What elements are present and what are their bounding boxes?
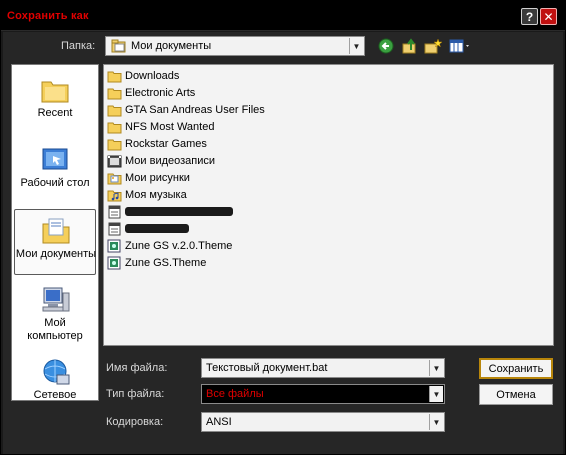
save-button[interactable]: Сохранить xyxy=(479,358,553,379)
file-name: NFS Most Wanted xyxy=(125,120,215,133)
file-name: GTA San Andreas User Files xyxy=(125,103,265,116)
file-name: Electronic Arts xyxy=(125,86,196,99)
list-item[interactable]: GTA San Andreas User Files xyxy=(107,101,265,118)
dialog-body: Папка: Мои документы ▼ Recent Рабочий ст… xyxy=(3,32,563,454)
new-folder-button[interactable] xyxy=(424,38,443,54)
list-item[interactable]: Zune GS.Theme xyxy=(107,254,206,271)
save-as-dialog: Сохранить как ? ✕ Папка: Мои документы ▼ xyxy=(0,0,566,455)
list-item[interactable]: NFS Most Wanted xyxy=(107,118,214,135)
list-item[interactable]: Моя музыка xyxy=(107,186,187,203)
redacted-file-name xyxy=(125,207,233,216)
chevron-down-icon[interactable]: ▼ xyxy=(349,38,363,54)
place-my-documents[interactable]: Мои документы xyxy=(14,209,96,275)
pictures-folder-icon xyxy=(107,171,122,185)
list-item[interactable]: Downloads xyxy=(107,67,179,84)
folder-icon xyxy=(107,69,122,83)
list-item[interactable]: Rockstar Games xyxy=(107,135,207,152)
list-item[interactable] xyxy=(107,203,233,220)
file-name: Моя музыка xyxy=(125,188,187,201)
file-name: Rockstar Games xyxy=(125,137,207,150)
place-recent[interactable]: Recent xyxy=(14,69,96,135)
place-network[interactable]: Сетевое xyxy=(14,351,96,401)
chevron-down-icon[interactable]: ▼ xyxy=(429,414,443,430)
up-folder-button[interactable] xyxy=(401,38,419,54)
file-name: Zune GS.Theme xyxy=(125,256,207,269)
file-list[interactable]: Downloads Electronic Arts GTA San Andrea… xyxy=(103,64,554,346)
recent-icon xyxy=(39,75,71,105)
lookin-dropdown[interactable]: Мои документы ▼ xyxy=(105,36,365,56)
place-label: Recent xyxy=(37,107,73,119)
places-bar: Recent Рабочий стол Мои документы Мой ко… xyxy=(11,64,99,401)
my-computer-icon xyxy=(39,285,71,315)
chevron-down-icon[interactable]: ▼ xyxy=(429,360,443,376)
my-documents-icon xyxy=(40,216,72,246)
list-item[interactable]: Мои рисунки xyxy=(107,169,190,186)
filetype-value: Все файлы xyxy=(206,388,264,400)
filename-label: Имя файла: xyxy=(106,362,168,374)
folder-icon xyxy=(107,120,122,134)
place-label: Мои документы xyxy=(15,248,97,260)
place-desktop[interactable]: Рабочий стол xyxy=(14,139,96,205)
list-item[interactable] xyxy=(107,220,189,237)
title-bar[interactable]: Сохранить как ? ✕ xyxy=(1,1,565,31)
close-icon: ✕ xyxy=(543,9,554,24)
network-icon xyxy=(39,357,71,387)
file-name: Мои рисунки xyxy=(125,171,190,184)
place-label: Мой компьютер xyxy=(14,317,96,343)
list-item[interactable]: Мои видеозаписи xyxy=(107,152,215,169)
place-label: Рабочий стол xyxy=(20,177,90,189)
chevron-down-icon[interactable]: ▼ xyxy=(429,386,443,402)
folder-icon xyxy=(107,103,122,117)
encoding-label: Кодировка: xyxy=(106,416,164,428)
folder-icon xyxy=(107,137,122,151)
help-icon: ? xyxy=(525,9,534,24)
video-folder-icon xyxy=(107,154,122,168)
filetype-select[interactable]: Все файлы ▼ xyxy=(201,384,445,404)
place-label-line2: компьютер xyxy=(27,330,83,342)
list-item[interactable]: Zune GS v.2.0.Theme xyxy=(107,237,232,254)
list-item[interactable]: Electronic Arts xyxy=(107,84,195,101)
theme-file-icon xyxy=(107,256,122,270)
file-name: Downloads xyxy=(125,69,180,82)
file-name: Мои видеозаписи xyxy=(125,154,216,167)
redacted-file-name xyxy=(125,224,189,233)
document-icon xyxy=(107,205,122,219)
filetype-label: Тип файла: xyxy=(106,388,165,400)
view-menu-button[interactable] xyxy=(449,38,473,54)
place-label-line1: Мой xyxy=(44,317,66,329)
lookin-label: Папка: xyxy=(61,40,96,52)
folder-icon xyxy=(107,86,122,100)
place-label: Сетевое xyxy=(33,389,77,401)
music-folder-icon xyxy=(107,188,122,202)
filename-value[interactable]: Текстовый документ.bat xyxy=(206,362,327,374)
cancel-button[interactable]: Отмена xyxy=(479,384,553,405)
encoding-select[interactable]: ANSI ▼ xyxy=(201,412,445,432)
document-icon xyxy=(107,222,122,236)
encoding-value: ANSI xyxy=(206,416,232,428)
close-button[interactable]: ✕ xyxy=(540,8,557,25)
back-button[interactable] xyxy=(378,38,396,54)
back-arrow-icon xyxy=(378,38,394,54)
theme-file-icon xyxy=(107,239,122,253)
lookin-value: Мои документы xyxy=(131,40,212,52)
desktop-icon xyxy=(39,145,71,175)
new-folder-icon xyxy=(424,38,443,54)
folder-icon xyxy=(111,39,127,56)
file-name: Zune GS v.2.0.Theme xyxy=(125,239,233,252)
up-folder-icon xyxy=(402,38,416,54)
window-title: Сохранить как xyxy=(7,10,89,22)
help-button[interactable]: ? xyxy=(521,8,538,25)
view-menu-icon xyxy=(449,39,469,53)
place-my-computer[interactable]: Мой компьютер xyxy=(14,279,96,353)
filename-input[interactable]: Текстовый документ.bat ▼ xyxy=(201,358,445,378)
